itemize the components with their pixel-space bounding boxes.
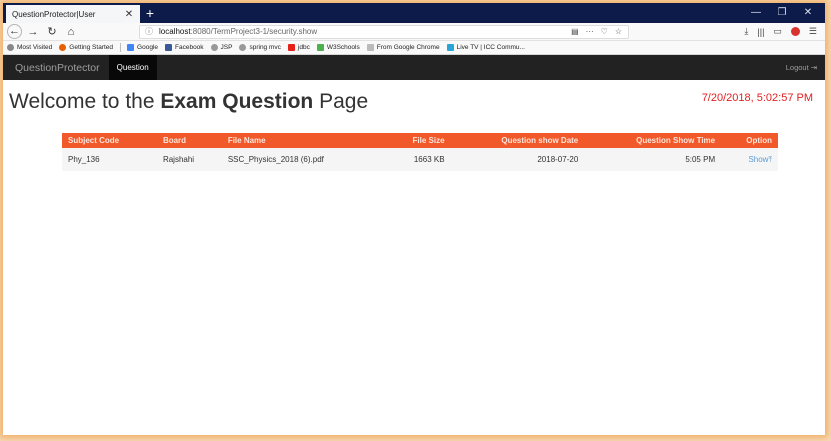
header-option: Option (746, 136, 772, 145)
bookmark-from-google-chrome[interactable]: From Google Chrome (366, 44, 440, 51)
bookmark-facebook[interactable]: Facebook (165, 44, 204, 51)
app-navbar: QuestionProtector Question Logout ⇥ (3, 55, 825, 80)
bookmark-jdbc[interactable]: jdbc (287, 44, 310, 51)
table-row: Phy_136 Rajshahi SSC_Physics_2018 (6).pd… (62, 148, 778, 171)
youtube-icon (287, 44, 295, 51)
header-board: Board (162, 136, 187, 145)
table-header-row: Subject Code Board File Name File Size Q… (62, 133, 778, 148)
cell-board: Rajshahi (162, 155, 195, 164)
adblock-icon[interactable] (790, 27, 800, 36)
browser-tab[interactable]: QuestionProtector|User ✕ (6, 5, 140, 23)
restore-icon[interactable]: ❐ (769, 3, 795, 23)
cell-subject-code: Phy_136 (68, 155, 100, 164)
menu-icon[interactable]: ☰ (809, 26, 817, 37)
library-icon[interactable]: ||| (757, 27, 764, 37)
download-icon: ⤒ (768, 154, 772, 164)
tab-close-icon[interactable]: ✕ (124, 9, 134, 20)
header-show-date: Question show Date (501, 136, 579, 145)
question-table: Subject Code Board File Name File Size Q… (62, 133, 778, 171)
browser-window: QuestionProtector|User ✕ + — ❐ ✕ ← → ↻ ⌂… (3, 3, 825, 435)
page-title: Welcome to the Exam Question Page (9, 90, 369, 113)
nav-item-question[interactable]: Question (108, 55, 157, 80)
sidebar-icon[interactable]: ▭ (773, 26, 782, 37)
bookmark-google[interactable]: Google (127, 44, 158, 51)
toolbar-right: ⤓ ||| ▭ ☰ (744, 26, 825, 37)
header-file-size: File Size (412, 136, 445, 145)
bookmark-getting-started[interactable]: Getting Started (59, 44, 113, 51)
downloads-icon[interactable]: ⤓ (744, 26, 748, 37)
show-label: Show (748, 154, 769, 164)
forward-arrow-icon[interactable]: → (25, 24, 41, 40)
globe-icon (239, 44, 247, 51)
bookmark-most-visited[interactable]: Most Visited (7, 44, 52, 51)
folder-icon (366, 44, 374, 51)
reload-icon[interactable]: ↻ (44, 24, 60, 40)
info-icon[interactable]: ⓘ (145, 26, 153, 37)
reader-view-icon[interactable]: ▤ (571, 27, 579, 36)
header-show-time: Question Show Time (636, 136, 716, 145)
header-subject-code: Subject Code (68, 136, 120, 145)
browser-titlebar: QuestionProtector|User ✕ + — ❐ ✕ (3, 3, 825, 23)
browser-navbar: ← → ↻ ⌂ ⓘ localhost :8080/TermProject3-1… (3, 23, 825, 41)
cell-show-date: 2018-07-20 (537, 155, 579, 164)
app-brand[interactable]: QuestionProtector (3, 55, 109, 80)
cell-file-size: 1663 KB (413, 155, 445, 164)
url-path: :8080/TermProject3-1/security.show (190, 27, 318, 36)
back-arrow-icon[interactable]: ← (7, 24, 22, 39)
page-actions-icon[interactable]: ··· (586, 27, 594, 36)
logout-icon: ⇥ (810, 63, 817, 72)
gear-icon (7, 44, 14, 51)
close-window-icon[interactable]: ✕ (795, 3, 821, 23)
logout-label: Logout (785, 63, 809, 72)
google-icon (127, 44, 135, 51)
bookmark-spring-mvc[interactable]: spring mvc (239, 44, 281, 51)
logout-link[interactable]: Logout ⇥ (786, 55, 825, 80)
header-file-name: File Name (227, 136, 266, 145)
cell-file-name: SSC_Physics_2018 (6).pdf (227, 155, 324, 164)
bookmarks-bar: Most Visited Getting Started Google Face… (3, 41, 825, 55)
new-tab-icon[interactable]: + (140, 5, 160, 23)
bookmark-w3schools[interactable]: W3Schools (316, 44, 360, 51)
datetime-clock: 7/20/2018, 5:02:57 PM (701, 92, 813, 104)
url-host: localhost (159, 27, 191, 36)
home-icon[interactable]: ⌂ (63, 24, 79, 40)
bookmark-star-icon[interactable]: ☆ (615, 27, 622, 36)
facebook-icon (165, 44, 172, 51)
bookmark-separator (120, 43, 122, 52)
cell-show-time: 5:05 PM (685, 155, 716, 164)
url-bar[interactable]: ⓘ localhost :8080/TermProject3-1/securit… (139, 24, 629, 39)
minimize-icon[interactable]: — (743, 3, 769, 23)
show-button[interactable]: Show⤒ (748, 155, 772, 164)
live-tv-icon (446, 44, 454, 51)
w3schools-icon (316, 44, 324, 51)
firefox-icon (59, 44, 67, 51)
window-controls: — ❐ ✕ (743, 3, 821, 23)
cell-option: Show⤒ (721, 148, 778, 171)
pocket-icon[interactable]: ♡ (601, 27, 608, 36)
bookmark-jsp[interactable]: JSP (210, 44, 232, 51)
globe-icon (210, 44, 218, 51)
bookmark-live-tv[interactable]: Live TV | ICC Commu... (446, 44, 525, 51)
tab-title: QuestionProtector|User (12, 9, 96, 19)
